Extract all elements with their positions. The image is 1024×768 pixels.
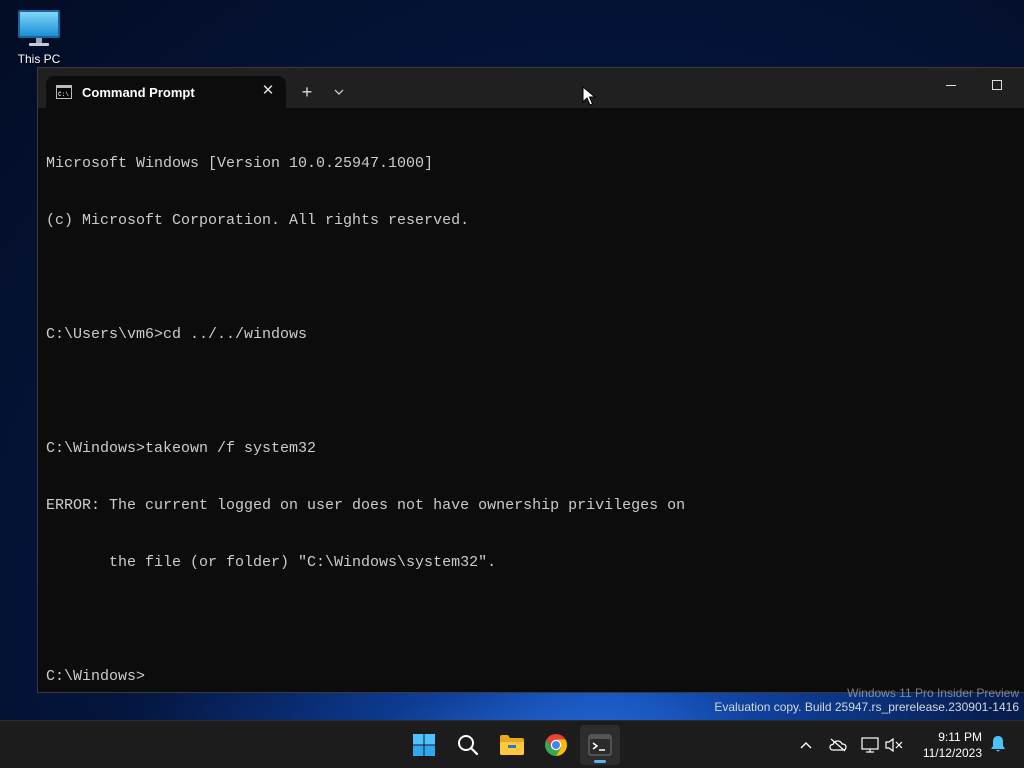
chrome-icon <box>545 734 567 756</box>
monitor-icon <box>18 10 60 46</box>
active-app-indicator <box>594 760 606 763</box>
console-line: the file (or folder) "C:\Windows\system3… <box>46 554 497 571</box>
desktop-icon-label: This PC <box>17 52 61 66</box>
clock-time: 9:11 PM <box>938 730 982 744</box>
file-explorer-button[interactable] <box>492 725 532 765</box>
tab-command-prompt[interactable]: C:\ Command Prompt ✕ <box>46 76 286 108</box>
tab-dropdown-button[interactable] <box>328 81 350 101</box>
taskbar-clock[interactable]: 9:11 PM 11/12/2023 <box>923 729 982 761</box>
minimize-button[interactable] <box>936 78 966 98</box>
svg-text:C:\: C:\ <box>58 91 69 98</box>
watermark-edition: Windows 11 Pro Insider Preview <box>847 686 1019 700</box>
title-bar[interactable]: C:\ Command Prompt ✕ + <box>38 68 1024 108</box>
clock-date: 11/12/2023 <box>922 746 982 760</box>
new-tab-button[interactable]: + <box>296 82 318 102</box>
console-line: C:\Users\vm6>cd ../../windows <box>46 326 308 343</box>
windows-logo-icon <box>413 734 435 756</box>
mouse-cursor-icon <box>582 86 596 106</box>
network-icon <box>861 737 879 753</box>
console-line: C:\Windows>takeown /f system32 <box>46 440 317 457</box>
maximize-icon <box>992 80 1002 90</box>
desktop-icon-this-pc[interactable]: This PC <box>8 8 70 66</box>
volume-muted-icon <box>885 737 903 753</box>
console-prompt-line: C:\Windows> <box>46 668 146 685</box>
minimize-icon <box>946 85 956 86</box>
start-button[interactable] <box>404 725 444 765</box>
search-icon <box>458 735 479 756</box>
terminal-taskbar-button[interactable] <box>580 725 620 765</box>
evaluation-watermark: Windows 11 Pro Insider Preview Evaluatio… <box>714 686 1019 714</box>
console-line: Microsoft Windows [Version 10.0.25947.10… <box>46 155 434 172</box>
network-tray-button[interactable] <box>860 735 880 755</box>
terminal-icon <box>588 734 612 756</box>
console-line: ERROR: The current logged on user does n… <box>46 497 686 514</box>
bell-icon <box>991 736 1005 752</box>
taskbar: 9:11 PM 11/12/2023 <box>0 720 1024 768</box>
search-button[interactable] <box>448 725 488 765</box>
chevron-down-icon <box>334 89 344 95</box>
watermark-build: Evaluation copy. Build 25947.rs_prerelea… <box>714 700 1019 714</box>
onedrive-offline-icon <box>829 738 847 752</box>
show-hidden-icons-button[interactable] <box>796 735 816 755</box>
close-tab-button[interactable]: ✕ <box>260 83 276 99</box>
cmd-icon: C:\ <box>56 85 72 102</box>
terminal-window[interactable]: C:\ Command Prompt ✕ + Microsoft Windows… <box>37 67 1024 693</box>
console-line: (c) Microsoft Corporation. All rights re… <box>46 212 470 229</box>
folder-icon <box>500 735 524 755</box>
console-output[interactable]: Microsoft Windows [Version 10.0.25947.10… <box>46 116 1016 685</box>
onedrive-tray-button[interactable] <box>828 735 848 755</box>
notification-center-button[interactable] <box>990 735 1006 758</box>
tab-title: Command Prompt <box>82 85 195 100</box>
chevron-up-icon <box>800 742 812 749</box>
chrome-button[interactable] <box>536 725 576 765</box>
maximize-button[interactable] <box>982 78 1012 98</box>
volume-tray-button[interactable] <box>884 735 904 755</box>
